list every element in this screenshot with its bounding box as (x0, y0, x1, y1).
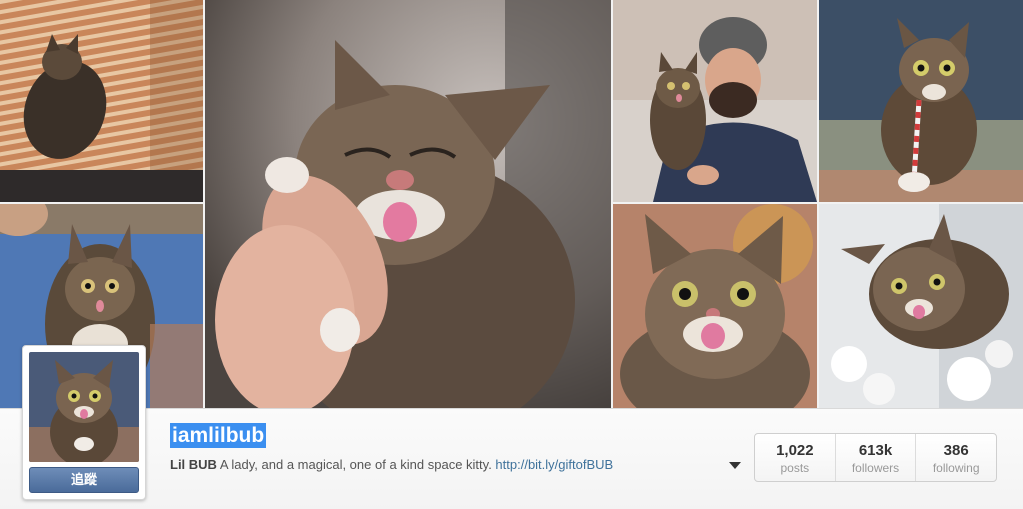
photo-tile[interactable] (205, 0, 611, 408)
stat-value: 386 (943, 442, 969, 459)
photo-tile[interactable] (0, 0, 203, 202)
profile-avatar-card: 追蹤 (22, 345, 146, 500)
stat-following[interactable]: 386 following (916, 434, 996, 481)
bio-name: Lil BUB (170, 457, 217, 472)
bio-link[interactable]: http://bit.ly/giftofBUB (495, 457, 613, 472)
stat-followers[interactable]: 613k followers (836, 434, 917, 481)
profile-stats: 1,022 posts 613k followers 386 following (754, 433, 997, 482)
bio-text: A lady, and a magical, one of a kind spa… (216, 457, 496, 472)
photo-tile[interactable] (613, 0, 817, 202)
stat-label: following (932, 461, 980, 475)
follow-button[interactable]: 追蹤 (29, 467, 139, 493)
profile-username: iamlilbub (170, 423, 267, 448)
profile-page: 追蹤 iamlilbub Lil BUB A lady, and a magic… (0, 0, 1023, 509)
chevron-down-icon[interactable] (728, 457, 742, 469)
stat-label: posts (780, 461, 810, 475)
stat-label: followers (851, 461, 900, 475)
photo-tile[interactable] (819, 204, 1023, 408)
photo-tile[interactable] (613, 204, 817, 408)
stat-value: 613k (858, 442, 893, 459)
photo-grid (0, 0, 1023, 408)
profile-bio: Lil BUB A lady, and a magical, one of a … (170, 457, 613, 472)
stat-posts[interactable]: 1,022 posts (755, 434, 836, 481)
avatar[interactable] (29, 352, 139, 462)
photo-tile[interactable] (819, 0, 1023, 202)
stat-value: 1,022 (776, 442, 814, 459)
